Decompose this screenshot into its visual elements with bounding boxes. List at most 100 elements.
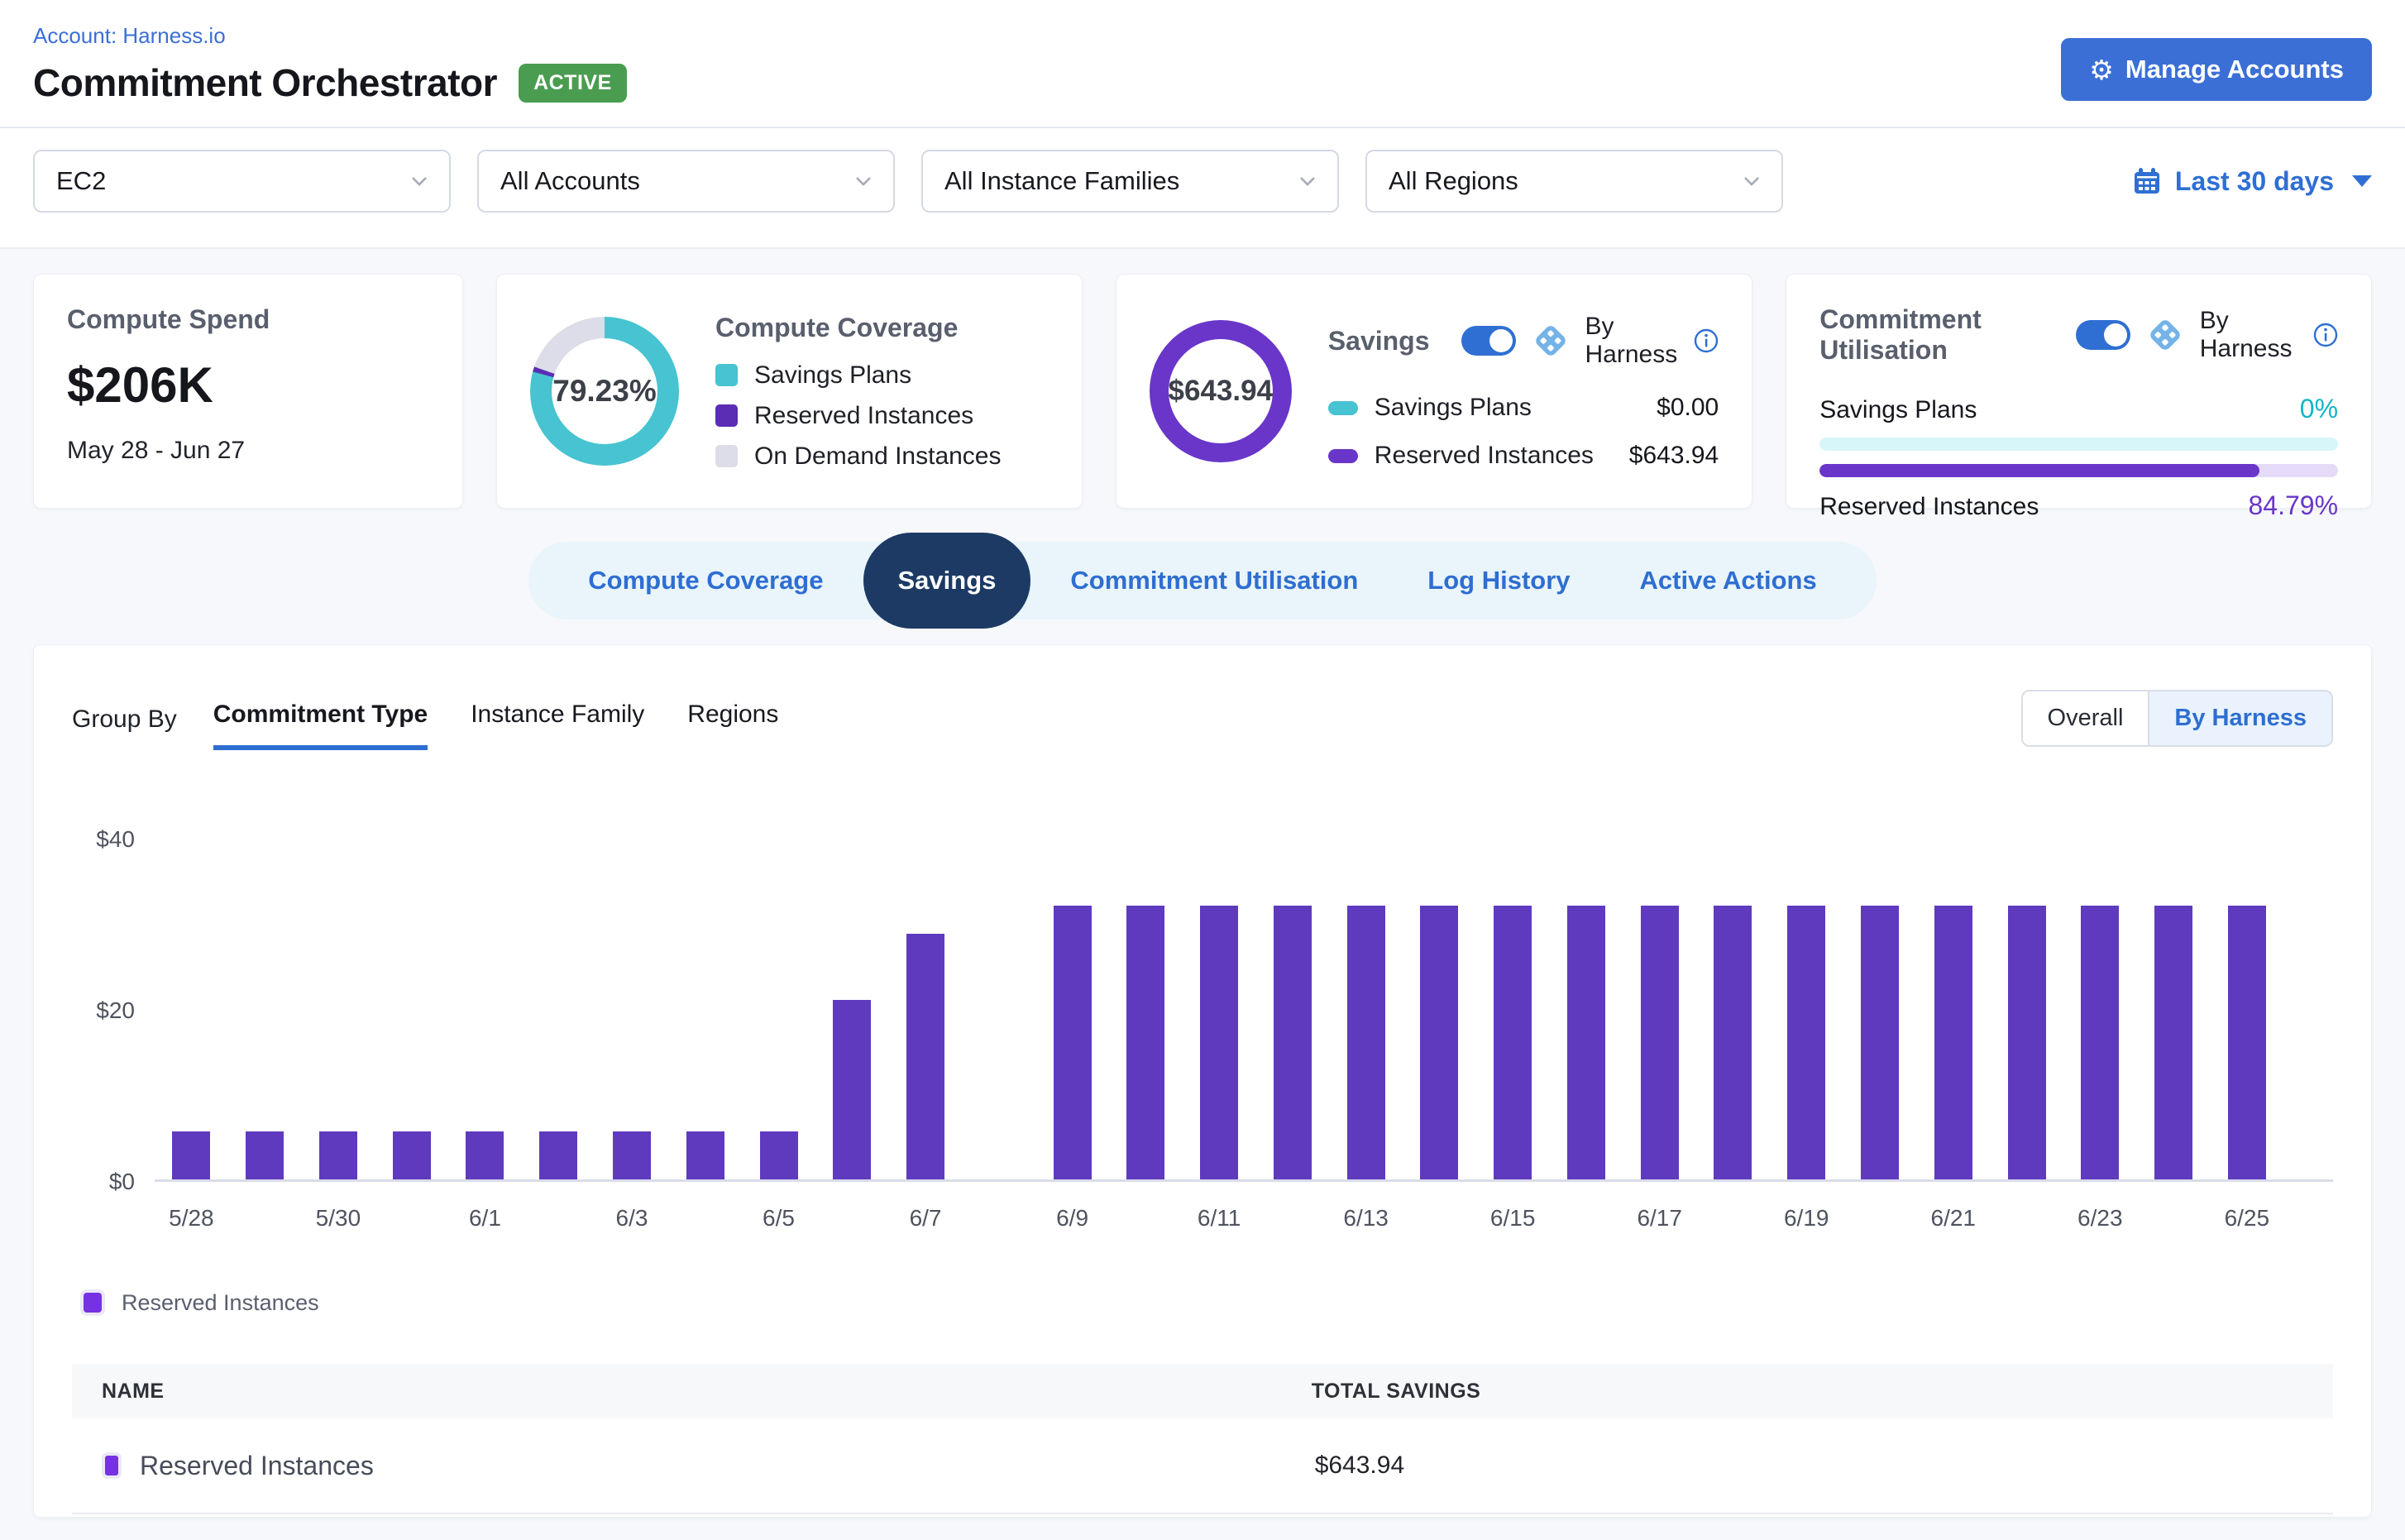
commitment-utilisation-title: Commitment Utilisation — [1819, 304, 2044, 366]
bar[interactable] — [1494, 906, 1532, 1179]
bar[interactable] — [2154, 906, 2192, 1179]
table-row[interactable]: Reserved Instances$643.94 — [72, 1418, 2333, 1514]
bar-slot — [522, 839, 595, 1179]
x-axis-tick-label — [815, 1205, 889, 1232]
group-by-instance-family[interactable]: Instance Family — [471, 701, 644, 750]
coverage-legend-item: Reserved Instances — [715, 402, 1049, 430]
bar[interactable] — [539, 1131, 577, 1179]
bar[interactable] — [319, 1131, 357, 1179]
bar-slot — [1255, 839, 1329, 1179]
savings-row-label: Reserved Instances — [1375, 442, 1594, 470]
bar[interactable] — [1274, 906, 1312, 1179]
bar[interactable] — [1714, 906, 1752, 1179]
tab-compute-coverage[interactable]: Compute Coverage — [553, 566, 858, 595]
view-option-by-harness[interactable]: By Harness — [2148, 691, 2331, 745]
account-breadcrumb-link[interactable]: Account: Harness.io — [33, 23, 627, 49]
info-icon[interactable] — [2313, 323, 2338, 347]
bar[interactable] — [1641, 906, 1679, 1179]
bar-slot — [1696, 839, 1770, 1179]
bar-slot — [1990, 839, 2063, 1179]
accounts-dropdown[interactable]: All Accounts — [477, 150, 895, 213]
bar[interactable] — [2081, 906, 2119, 1179]
bar[interactable] — [246, 1131, 284, 1179]
bar[interactable] — [1861, 906, 1899, 1179]
group-by-commitment-type[interactable]: Commitment Type — [213, 701, 428, 750]
x-axis-tick-label: 6/7 — [889, 1205, 963, 1232]
manage-accounts-label: Manage Accounts — [2125, 55, 2344, 84]
bar[interactable] — [613, 1131, 651, 1179]
bar[interactable] — [686, 1131, 724, 1179]
x-axis-tick-label: 6/13 — [1329, 1205, 1403, 1232]
compute-spend-title: Compute Spend — [67, 304, 429, 335]
bar[interactable] — [1054, 906, 1092, 1179]
regions-dropdown[interactable]: All Regions — [1365, 150, 1783, 213]
table-row-name: Reserved Instances — [140, 1451, 374, 1481]
view-option-overall[interactable]: Overall — [2023, 691, 2149, 745]
x-axis-tick-label — [1109, 1205, 1183, 1232]
x-axis-tick-label: 6/17 — [1623, 1205, 1696, 1232]
savings-legend-row: Reserved Instances$643.94 — [1328, 442, 1719, 470]
bar-slot — [1623, 839, 1696, 1179]
reserved-instances-progress-bar — [1819, 464, 2338, 477]
x-axis-tick-label — [228, 1205, 302, 1232]
bar[interactable] — [1126, 906, 1164, 1179]
group-by-regions[interactable]: Regions — [687, 701, 778, 750]
bar[interactable] — [760, 1131, 798, 1179]
info-icon[interactable] — [1694, 328, 1719, 353]
bar-slot — [1550, 839, 1623, 1179]
legend-swatch — [1328, 449, 1358, 463]
coverage-legend-item: On Demand Instances — [715, 442, 1049, 471]
savings-by-harness-toggle[interactable] — [1461, 326, 1516, 356]
accounts-dropdown-value: All Accounts — [500, 166, 640, 196]
date-range-value: Last 30 days — [2175, 166, 2334, 197]
bar[interactable] — [1420, 906, 1458, 1179]
tab-commitment-utilisation[interactable]: Commitment Utilisation — [1035, 566, 1393, 595]
compute-spend-period: May 28 - Jun 27 — [67, 437, 429, 465]
savings-legend-row: Savings Plans$0.00 — [1328, 394, 1719, 422]
legend-swatch — [715, 364, 738, 386]
status-badge: ACTIVE — [519, 64, 627, 103]
x-axis-tick-label: 6/11 — [1183, 1205, 1256, 1232]
bar[interactable] — [1934, 906, 1972, 1179]
tab-active-actions[interactable]: Active Actions — [1605, 566, 1852, 595]
coverage-donut-chart: 79.23% — [530, 317, 679, 466]
bar[interactable] — [172, 1131, 210, 1179]
bar-slot — [1916, 839, 1990, 1179]
chevron-down-icon — [855, 176, 872, 187]
x-axis-tick-label — [962, 1205, 1035, 1232]
bar-slot — [962, 839, 1035, 1179]
bar-slot — [1403, 839, 1476, 1179]
x-axis-tick-label — [1403, 1205, 1476, 1232]
bar[interactable] — [2008, 906, 2046, 1179]
chart-legend: Reserved Instances — [80, 1289, 2333, 1316]
bar[interactable] — [393, 1131, 431, 1179]
compute-coverage-card: 79.23% Compute Coverage Savings PlansRes… — [496, 274, 1083, 509]
bar-slot — [2210, 839, 2283, 1179]
bar[interactable] — [1567, 906, 1605, 1179]
bar-slot — [595, 839, 669, 1179]
instance-families-dropdown[interactable]: All Instance Families — [921, 150, 1339, 213]
bar[interactable] — [1347, 906, 1385, 1179]
harness-logo-icon — [2147, 317, 2183, 353]
manage-accounts-button[interactable]: ⚙ Manage Accounts — [2061, 38, 2372, 101]
coverage-percentage: 79.23% — [552, 374, 657, 409]
bar[interactable] — [833, 1000, 871, 1179]
service-dropdown[interactable]: EC2 — [33, 150, 451, 213]
bar[interactable] — [1787, 906, 1825, 1179]
bar-slot — [1035, 839, 1109, 1179]
x-axis-tick-label — [522, 1205, 595, 1232]
legend-swatch — [102, 1452, 122, 1479]
utilisation-by-harness-toggle[interactable] — [2076, 320, 2130, 350]
bar[interactable] — [2228, 906, 2266, 1179]
y-axis: $0$20$40 — [72, 839, 155, 1182]
savings-total: $643.94 — [1169, 375, 1274, 408]
tab-savings[interactable]: Savings — [863, 533, 1031, 629]
bar-slot — [448, 839, 522, 1179]
bar[interactable] — [906, 934, 944, 1179]
bar-slot — [1770, 839, 1843, 1179]
bar[interactable] — [1200, 906, 1238, 1179]
date-range-picker[interactable]: Last 30 days — [2132, 166, 2372, 197]
tab-log-history[interactable]: Log History — [1393, 566, 1604, 595]
bar-slot — [815, 839, 889, 1179]
bar[interactable] — [466, 1131, 504, 1179]
